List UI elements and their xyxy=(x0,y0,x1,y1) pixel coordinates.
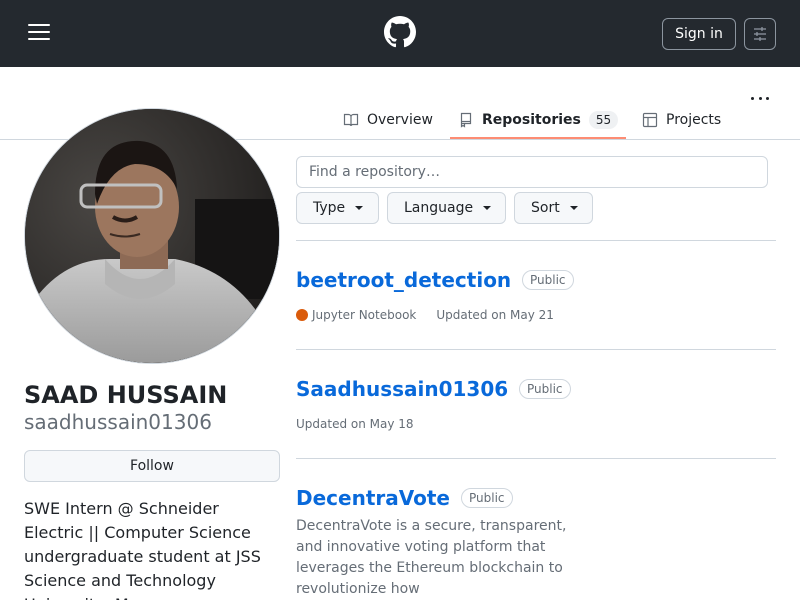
type-filter-button[interactable]: Type xyxy=(296,192,379,224)
avatar-image xyxy=(25,109,279,363)
repo-icon xyxy=(460,112,472,128)
tab-overview[interactable]: Overview xyxy=(343,102,433,138)
repositories-count-badge: 55 xyxy=(588,110,619,129)
language-filter-button[interactable]: Language xyxy=(387,192,506,224)
profile-username: saadhussain01306 xyxy=(24,410,212,434)
profile-bio: SWE Intern @ Schneider Electric || Compu… xyxy=(24,499,261,600)
tab-projects[interactable]: Projects xyxy=(642,102,721,138)
repo-meta: Jupyter Notebook Updated on May 21 xyxy=(296,308,554,322)
avatar[interactable] xyxy=(24,108,280,364)
github-logo-icon[interactable] xyxy=(384,16,416,48)
kebab-icon[interactable] xyxy=(748,92,772,104)
sort-label: Sort xyxy=(531,200,560,216)
book-icon xyxy=(343,113,359,127)
table-icon xyxy=(642,112,658,128)
divider xyxy=(296,240,776,241)
follow-button[interactable]: Follow xyxy=(24,450,280,482)
repo-link[interactable]: beetroot_detection xyxy=(296,267,511,293)
repo-link[interactable]: DecentraVote xyxy=(296,485,450,511)
language-color-dot xyxy=(296,309,308,321)
tab-projects-label: Projects xyxy=(666,112,722,128)
sort-button[interactable]: Sort xyxy=(514,192,593,224)
chevron-down-icon xyxy=(569,206,578,210)
visibility-badge: Public xyxy=(519,379,571,399)
tab-overview-label: Overview xyxy=(367,112,433,128)
divider xyxy=(296,458,776,459)
repo-language: Jupyter Notebook xyxy=(312,308,417,322)
divider xyxy=(296,349,776,350)
sign-in-button[interactable]: Sign in xyxy=(662,18,736,50)
repo-updated: Updated on May 21 xyxy=(436,308,554,322)
tab-repositories[interactable]: Repositories 55 xyxy=(450,102,626,139)
repo-meta: Updated on May 18 xyxy=(296,417,414,431)
repo-description: DecentraVote is a secure, transparent, a… xyxy=(296,518,567,597)
chevron-down-icon xyxy=(355,206,364,210)
find-repository-input[interactable] xyxy=(296,156,768,188)
app-header: Sign in xyxy=(0,0,800,67)
repo-updated: Updated on May 18 xyxy=(296,417,414,431)
visibility-badge: Public xyxy=(461,488,513,508)
language-filter-label: Language xyxy=(404,200,474,216)
type-filter-label: Type xyxy=(313,200,346,216)
repo-link[interactable]: Saadhussain01306 xyxy=(296,376,508,402)
search-settings-icon xyxy=(754,27,766,41)
chevron-down-icon xyxy=(483,206,492,210)
search-settings-button[interactable] xyxy=(744,18,776,50)
visibility-badge: Public xyxy=(522,270,574,290)
profile-full-name: SAAD HUSSAIN xyxy=(24,381,228,409)
tab-repositories-label: Repositories xyxy=(482,111,581,128)
hamburger-icon[interactable] xyxy=(24,20,54,44)
